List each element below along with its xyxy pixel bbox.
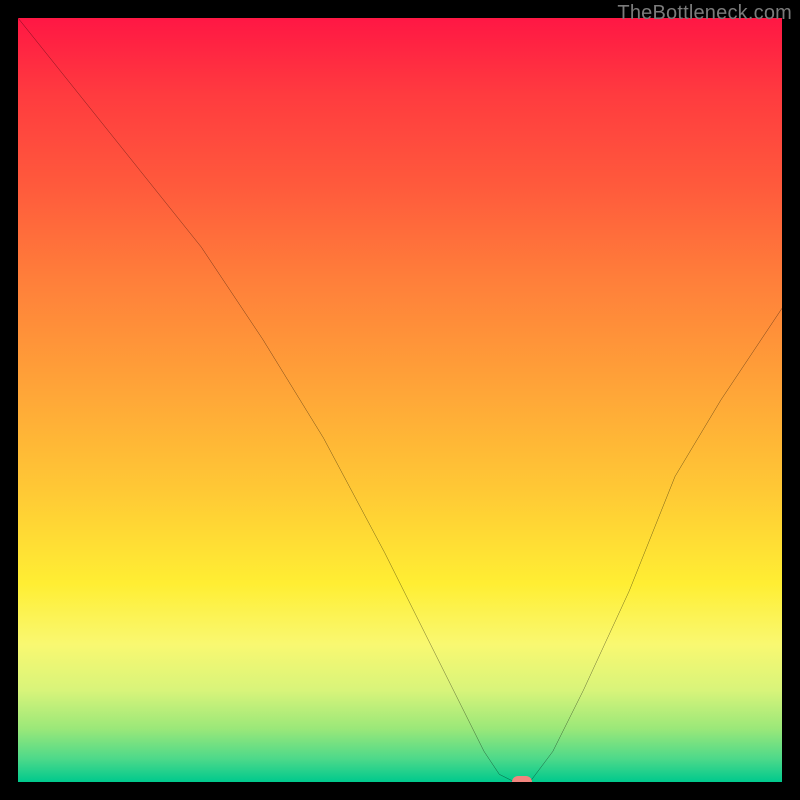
bottleneck-curve [18, 18, 782, 782]
chart-frame: TheBottleneck.com [0, 0, 800, 800]
plot-area [18, 18, 782, 782]
watermark-text: TheBottleneck.com [617, 2, 792, 25]
optimum-marker [512, 776, 532, 782]
